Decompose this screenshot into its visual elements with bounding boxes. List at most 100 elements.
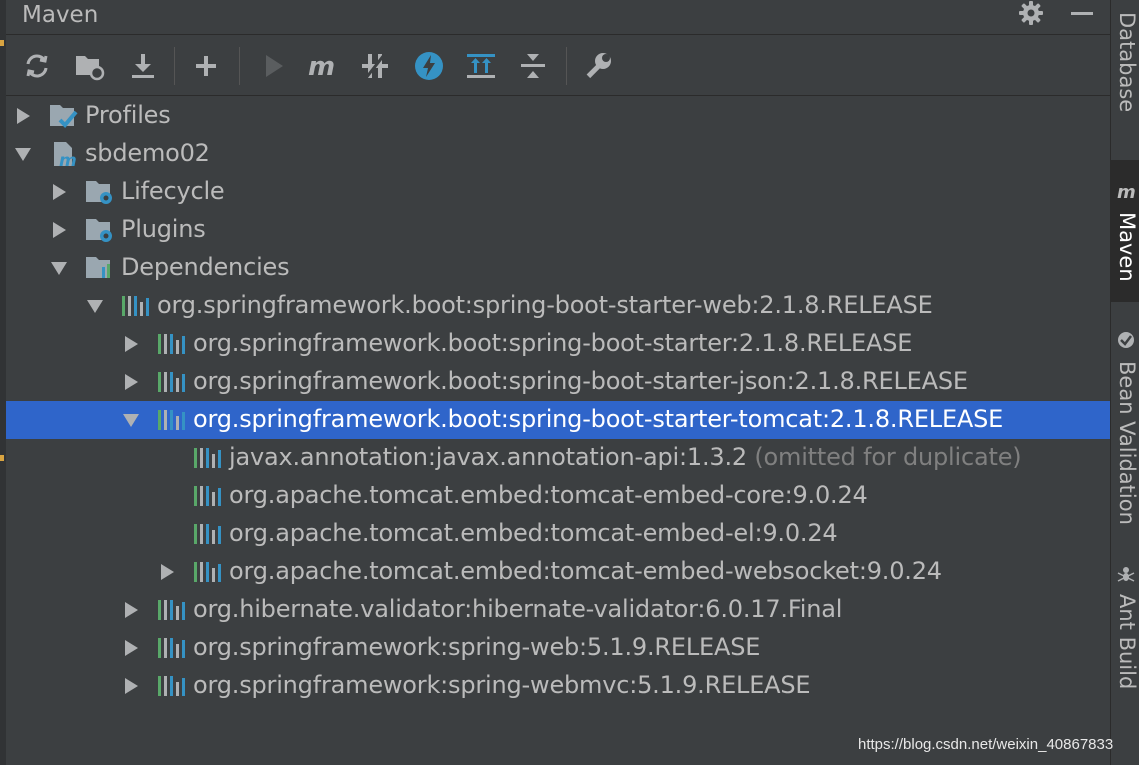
tab-bean-validation[interactable]: Bean Validation [1111,325,1139,550]
show-dependencies-icon[interactable] [462,47,500,85]
add-icon[interactable] [187,47,225,85]
tree-node-label: org.hibernate.validator:hibernate-valida… [193,595,843,623]
tree-node-label: javax.annotation:javax.annotation-api:1.… [229,443,747,471]
library-icon [156,330,188,358]
dependency-node[interactable]: org.springframework:spring-webmvc:5.1.9.… [6,667,1110,705]
tree-node-label: Lifecycle [121,177,225,205]
omitted-note: (omitted for duplicate) [754,443,1022,471]
editor-marker [0,40,4,46]
tree-node-label: org.apache.tomcat.embed:tomcat-embed-cor… [229,481,868,509]
library-icon [156,634,188,662]
tab-database[interactable]: Database [1111,0,1139,150]
dependency-node[interactable]: org.apache.tomcat.embed:tomcat-embed-web… [6,553,1110,591]
tree-node-label: Plugins [121,215,206,243]
bean-validation-icon [1116,330,1136,354]
tree-node-label-with-note: javax.annotation:javax.annotation-api:1.… [229,443,1022,471]
tab-maven-label: Maven [1115,212,1139,282]
tree-node-label: org.apache.tomcat.embed:tomcat-embed-el:… [229,519,838,547]
right-tool-strip: Database m Maven Bean Validation Ant Bui… [1110,0,1139,765]
expand-arrow-icon[interactable] [14,107,32,125]
tree-node-label: org.springframework.boot:spring-boot-sta… [193,329,913,357]
collapse-all-icon[interactable] [514,47,552,85]
generate-sources-icon[interactable] [71,47,109,85]
dependency-node[interactable]: org.springframework.boot:spring-boot-sta… [6,325,1110,363]
expand-arrow-icon[interactable] [122,601,140,619]
expand-arrow-icon[interactable] [122,335,140,353]
collapse-arrow-icon[interactable] [50,259,68,277]
expand-arrow-icon[interactable] [158,563,176,581]
gear-icon[interactable] [1016,0,1046,30]
collapse-arrow-icon[interactable] [122,411,140,429]
watermark: https://blog.csdn.net/weixin_40867833 [858,736,1114,753]
tree-node-label: Profiles [85,101,171,129]
tree-node-label: sbdemo02 [85,139,210,167]
library-icon [156,672,188,700]
panel-header: Maven [6,0,1110,35]
dependencies-folder-icon [84,254,116,282]
execute-goal-icon[interactable]: m [305,47,343,85]
tree-node-dependencies[interactable]: Dependencies [6,249,1110,287]
tree-node-label: org.springframework:spring-webmvc:5.1.9.… [193,671,811,699]
minimize-icon[interactable] [1068,0,1098,30]
ant-icon [1116,565,1136,591]
editor-marker [0,455,4,461]
expand-arrow-icon[interactable] [122,373,140,391]
expand-arrow-icon[interactable] [122,639,140,657]
svg-text:m: m [1117,182,1136,202]
dependency-node[interactable]: org.springframework.boot:spring-boot-sta… [6,287,1110,325]
collapse-arrow-icon[interactable] [86,297,104,315]
dependency-node[interactable]: org.apache.tomcat.embed:tomcat-embed-cor… [6,477,1110,515]
tree-node-label: org.springframework.boot:spring-boot-sta… [193,405,1004,433]
library-icon [156,596,188,624]
maven-tab-icon: m [1117,180,1139,206]
expand-arrow-icon[interactable] [122,677,140,695]
tab-ant-build[interactable]: Ant Build [1111,560,1139,700]
plugins-folder-gear-icon [84,216,116,244]
library-icon [192,520,224,548]
tree-node-label: Dependencies [121,253,290,281]
tree-node-project[interactable]: m sbdemo02 [6,135,1110,173]
dependency-node[interactable]: org.apache.tomcat.embed:tomcat-embed-el:… [6,515,1110,553]
tree-node-label: org.apache.tomcat.embed:tomcat-embed-web… [229,557,942,585]
tab-database-label: Database [1115,12,1139,113]
tree-node-lifecycle[interactable]: Lifecycle [6,173,1110,211]
dependency-node-selected[interactable]: org.springframework.boot:spring-boot-sta… [6,401,1110,439]
run-icon[interactable] [254,47,292,85]
skip-tests-icon[interactable] [410,47,448,85]
svg-text:m: m [308,52,335,81]
expand-arrow-icon[interactable] [50,221,68,239]
tree-node-label: org.springframework.boot:spring-boot-sta… [157,291,933,319]
library-icon [120,292,152,320]
dependency-node[interactable]: org.hibernate.validator:hibernate-valida… [6,591,1110,629]
toolbar: m [6,35,1110,96]
toolbar-separator [566,47,567,85]
download-icon[interactable] [124,47,162,85]
tab-maven[interactable]: m Maven [1111,160,1139,302]
tab-ant-build-label: Ant Build [1115,594,1139,690]
maven-project-icon: m [48,140,80,171]
tab-bean-validation-label: Bean Validation [1115,361,1139,525]
maven-tool-window: Maven m Profiles m sbdemo02 Lifecycle Pl… [0,0,1139,765]
settings-wrench-icon[interactable] [579,47,617,85]
profiles-folder-check-icon [48,102,80,130]
toggle-offline-icon[interactable] [357,47,395,85]
toolbar-separator [239,47,240,85]
maven-projects-tree: Profiles m sbdemo02 Lifecycle Plugins De… [6,96,1110,736]
toolbar-separator [174,47,175,85]
tree-node-profiles[interactable]: Profiles [6,97,1110,135]
library-icon [156,406,188,434]
library-icon [156,368,188,396]
panel-title: Maven [22,2,99,28]
library-icon [192,482,224,510]
dependency-node[interactable]: javax.annotation:javax.annotation-api:1.… [6,439,1110,477]
tree-node-label: org.springframework:spring-web:5.1.9.REL… [193,633,761,661]
tree-node-plugins[interactable]: Plugins [6,211,1110,249]
svg-text:m: m [59,151,77,168]
expand-arrow-icon[interactable] [50,183,68,201]
reload-icon[interactable] [18,47,56,85]
library-icon [192,558,224,586]
collapse-arrow-icon[interactable] [14,145,32,163]
library-icon [192,444,224,472]
dependency-node[interactable]: org.springframework.boot:spring-boot-sta… [6,363,1110,401]
dependency-node[interactable]: org.springframework:spring-web:5.1.9.REL… [6,629,1110,667]
